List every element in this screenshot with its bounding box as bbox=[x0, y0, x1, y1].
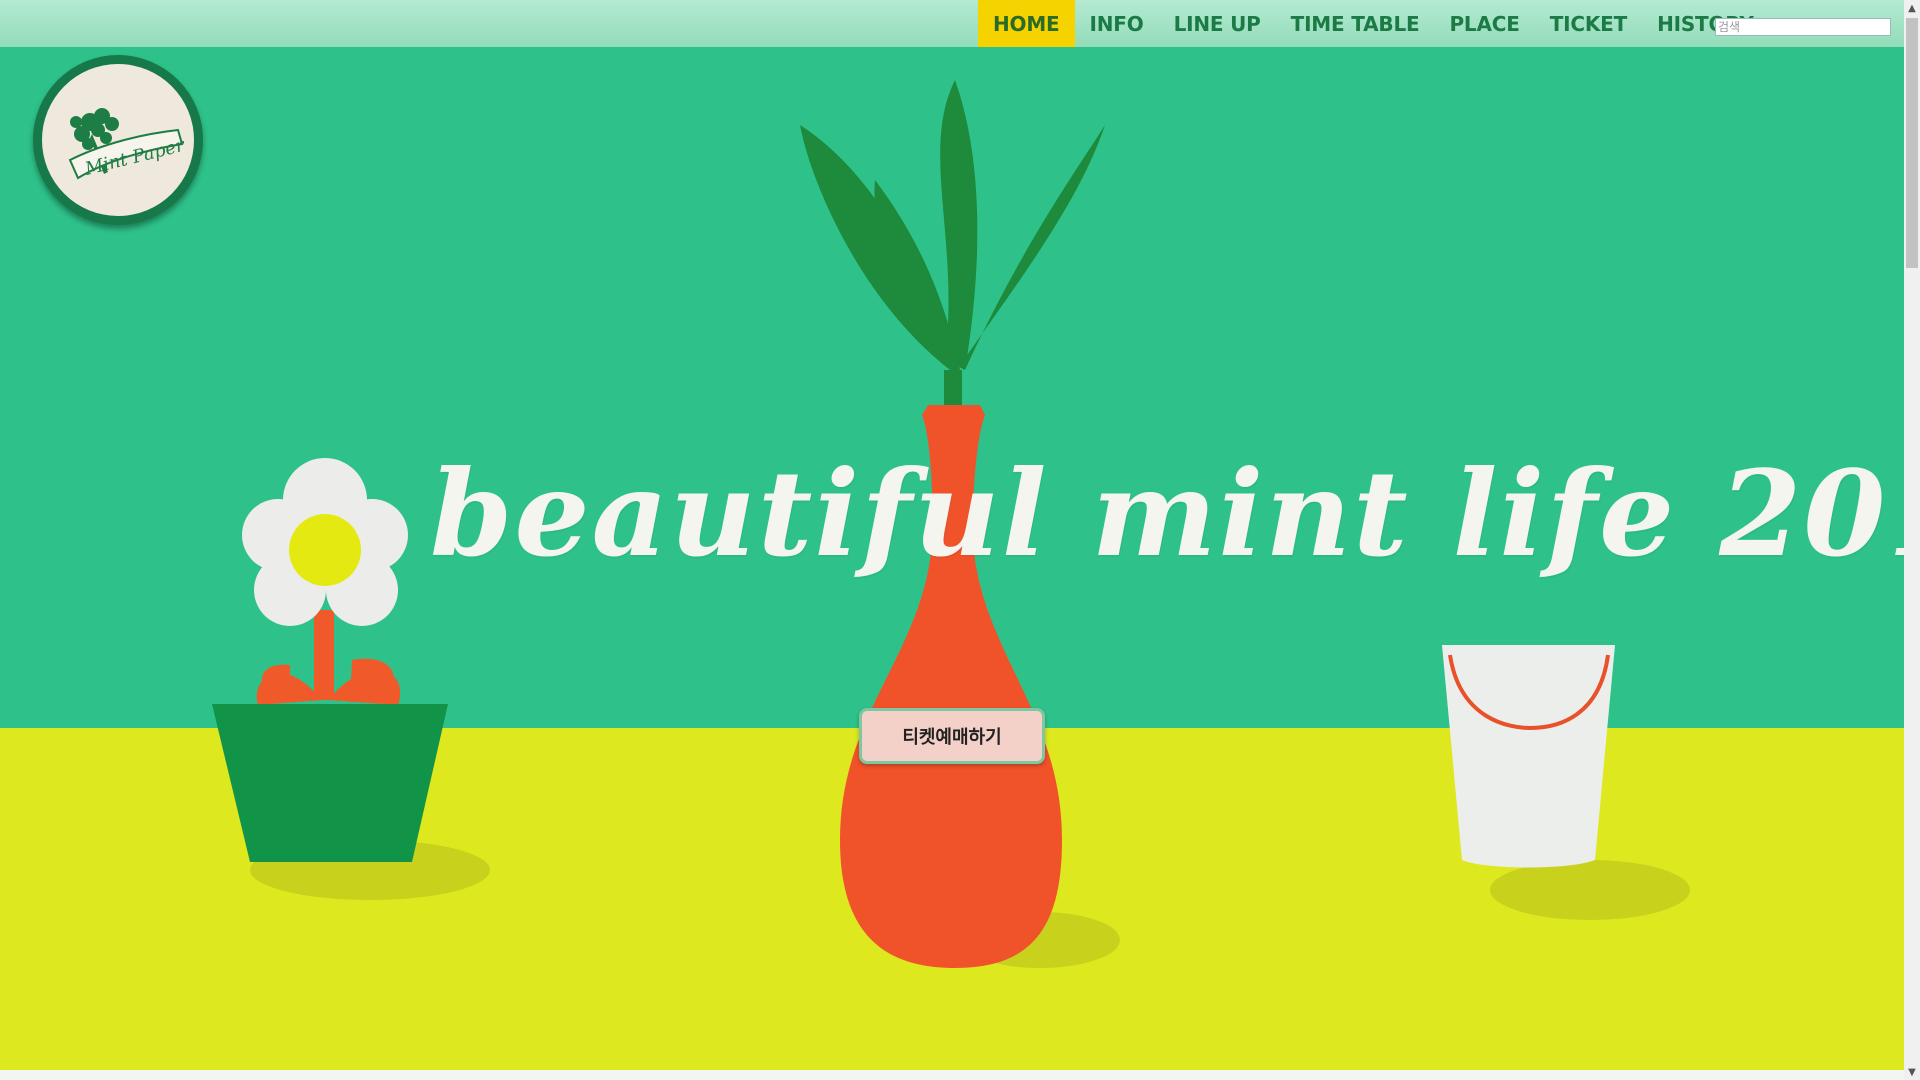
nav-item-time-table[interactable]: TIME TABLE bbox=[1276, 0, 1435, 47]
hero-title: beautiful mint life 2017 bbox=[430, 444, 1904, 583]
vertical-scrollbar[interactable]: ▲ ▼ bbox=[1904, 0, 1920, 1080]
mint-paper-logo[interactable]: Mint Paper bbox=[33, 55, 203, 225]
nav-menu: HOME INFO LINE UP TIME TABLE PLACE TICKE… bbox=[978, 0, 1769, 47]
white-cup bbox=[1442, 645, 1615, 868]
scroll-up-icon[interactable]: ▲ bbox=[1904, 0, 1920, 16]
ticket-booking-button[interactable]: 티켓예매하기 bbox=[859, 708, 1045, 764]
search-input[interactable] bbox=[1715, 18, 1891, 36]
nav-item-place[interactable]: PLACE bbox=[1434, 0, 1534, 47]
hero-banner: beautiful mint life 2017 티켓예매하기 bbox=[0, 0, 1904, 1070]
top-navigation-bar: HOME INFO LINE UP TIME TABLE PLACE TICKE… bbox=[0, 0, 1904, 47]
nav-item-info[interactable]: INFO bbox=[1075, 0, 1159, 47]
cup-shadow bbox=[1490, 860, 1690, 920]
page-bottom-strip bbox=[0, 1070, 1904, 1080]
logo-badge: Mint Paper bbox=[42, 64, 194, 216]
scroll-thumb[interactable] bbox=[1906, 18, 1918, 268]
nav-item-home[interactable]: HOME bbox=[978, 0, 1075, 47]
scroll-down-icon[interactable]: ▼ bbox=[1904, 1064, 1920, 1080]
nav-item-line-up[interactable]: LINE UP bbox=[1159, 0, 1276, 47]
flower-pot-plant bbox=[212, 458, 448, 862]
nav-item-ticket[interactable]: TICKET bbox=[1535, 0, 1642, 47]
logo-tree-icon: Mint Paper bbox=[68, 108, 188, 180]
daisy-flower-icon bbox=[242, 458, 408, 626]
